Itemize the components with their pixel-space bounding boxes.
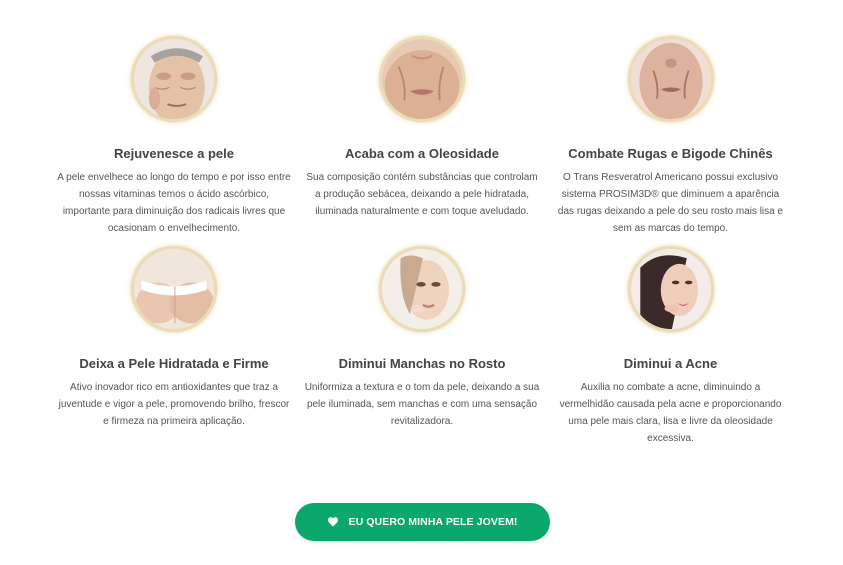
benefit-description: Uniformiza a textura e o tom da pele, de… [304,382,540,427]
benefit-card: Acaba com a Oleosidade Sua composição co… [298,36,546,246]
cta-label: EU QUERO MINHA PELE JOVEM! [348,516,518,528]
benefits-grid: Rejuvenesce a pele A pele envelhece ao l… [50,36,795,466]
benefits-section: Rejuvenesce a pele A pele envelhece ao l… [0,0,843,565]
benefit-description: A pele envelhece ao longo do tempo e por… [57,172,291,234]
aging-face-photo [131,36,217,122]
benefit-card: Combate Rugas e Bigode Chinês O Trans Re… [546,36,795,246]
clear-face-photo [379,246,465,332]
benefit-card: Rejuvenesce a pele A pele envelhece ao l… [50,36,298,246]
acne-free-face-photo [627,246,714,332]
heart-icon [327,516,339,528]
benefit-description: Sua composição contém substâncias que co… [306,172,538,217]
benefit-title: Acaba com a Oleosidade [345,146,499,161]
benefit-title: Rejuvenesce a pele [114,146,234,161]
benefit-card: Diminui Manchas no Rosto Uniformiza a te… [298,246,546,466]
firm-skin-photo [131,246,217,332]
benefit-title: Combate Rugas e Bigode Chinês [568,146,773,161]
smile-lines-photo [627,36,714,122]
mouth-wrinkles-photo [379,36,465,122]
benefit-description: Auxilia no combate a acne, diminuindo a … [559,382,782,444]
benefit-description: Ativo inovador rico em antioxidantes que… [58,382,290,427]
benefit-description: O Trans Resveratrol Americano possui exc… [557,172,784,234]
benefit-card: Deixa a Pele Hidratada e Firme Ativo ino… [50,246,298,466]
benefit-title: Diminui a Acne [623,356,718,371]
benefit-card: Diminui a Acne Auxilia no combate a acne… [546,246,795,466]
benefit-title: Diminui Manchas no Rosto [338,356,506,371]
cta-button[interactable]: EU QUERO MINHA PELE JOVEM! [295,503,550,541]
benefit-title: Deixa a Pele Hidratada e Firme [79,356,269,371]
